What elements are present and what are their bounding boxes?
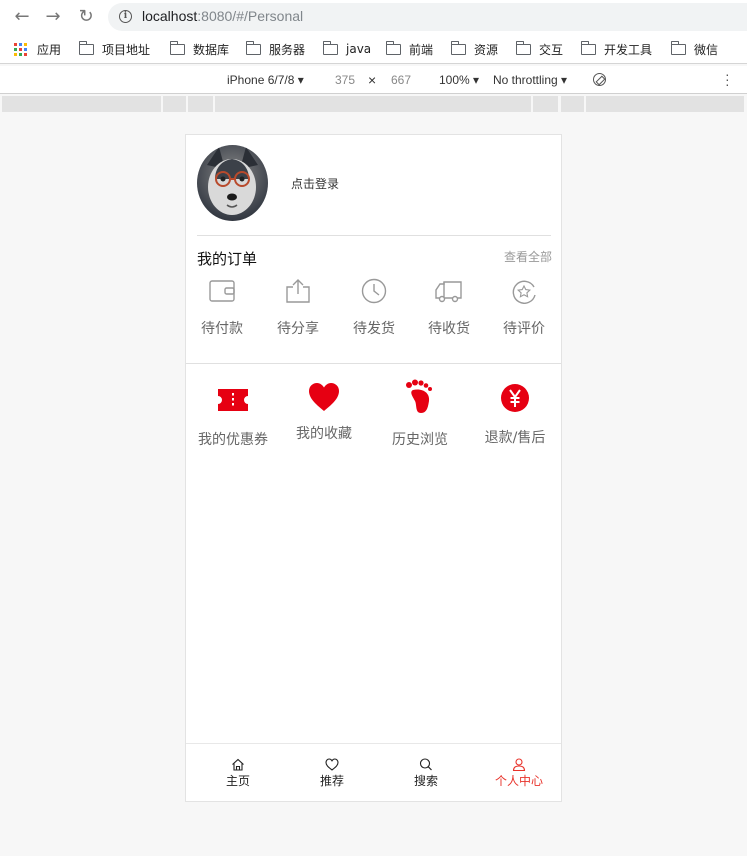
tab-home[interactable]: 主页 <box>208 758 268 789</box>
browser-toolbar: ← → ↻ i localhost:8080/#/Personal <box>0 0 747 34</box>
folder-icon <box>245 40 261 55</box>
bookmark-folder[interactable]: 开发工具 <box>580 40 652 58</box>
divider <box>197 235 551 236</box>
login-link[interactable]: 点击登录 <box>291 175 339 192</box>
order-item-label: 待付款 <box>201 321 243 337</box>
folder-icon <box>515 40 531 55</box>
device-select[interactable]: iPhone 6/7/8 ▾ <box>227 73 304 87</box>
reload-icon[interactable]: ↻ <box>76 7 96 27</box>
address-bar[interactable]: i localhost:8080/#/Personal <box>108 3 747 31</box>
star-review-icon <box>512 280 536 304</box>
service-label: 历史浏览 <box>392 432 448 448</box>
media-query-bar[interactable] <box>0 96 747 112</box>
divider <box>186 363 561 364</box>
throttle-select[interactable]: No throttling ▾ <box>493 73 567 87</box>
folder-icon <box>322 40 338 55</box>
bookmark-folder[interactable]: 服务器 <box>245 40 305 58</box>
truck-icon <box>435 281 462 303</box>
ruler-segment[interactable] <box>215 96 531 112</box>
bookmark-folder[interactable]: 数据库 <box>169 40 229 58</box>
bookmark-folder[interactable]: 项目地址 <box>78 40 150 58</box>
dimension-times: × <box>368 72 377 88</box>
folder-icon <box>78 40 94 55</box>
heart-outline-icon <box>325 758 339 771</box>
dog-avatar-image <box>207 147 258 215</box>
wallet-icon <box>209 280 235 302</box>
order-item-label: 待分享 <box>277 321 319 337</box>
tab-label: 推荐 <box>319 774 344 788</box>
order-item-label: 待发货 <box>353 321 395 337</box>
order-item-pending-shipment[interactable]: 待发货 <box>344 278 404 338</box>
ruler-segment[interactable] <box>533 96 558 112</box>
order-item-pending-receipt[interactable]: 待收货 <box>419 278 479 338</box>
yen-icon <box>501 384 529 412</box>
back-arrow-icon[interactable]: ← <box>12 7 32 27</box>
tab-recommend[interactable]: 推荐 <box>302 758 362 789</box>
order-item-label: 待评价 <box>503 321 545 337</box>
bookmarks-bar: 应用 项目地址 数据库 服务器 java 前端 资源 交互 开发工具 微信 <box>0 34 747 64</box>
service-label: 退款/售后 <box>484 430 546 446</box>
order-item-pending-review[interactable]: 待评价 <box>494 278 554 338</box>
service-favorites[interactable]: 我的收藏 <box>279 381 369 443</box>
orders-title: 我的订单 <box>197 250 258 268</box>
view-all-link[interactable]: 查看全部 <box>504 248 552 265</box>
coupon-icon <box>218 389 248 411</box>
tab-label: 搜索 <box>413 774 438 788</box>
folder-icon <box>385 40 401 55</box>
search-icon <box>419 758 432 771</box>
folder-icon <box>169 40 185 55</box>
ruler-segment[interactable] <box>2 96 161 112</box>
info-icon[interactable]: i <box>119 10 132 23</box>
folder-icon <box>580 40 596 55</box>
clock-icon <box>361 278 387 304</box>
bookmark-folder[interactable]: 前端 <box>385 40 433 58</box>
rotate-icon[interactable] <box>593 73 606 86</box>
service-label: 我的优惠券 <box>198 432 268 448</box>
bookmark-folder[interactable]: 交互 <box>515 40 563 58</box>
tab-label: 主页 <box>225 774 250 788</box>
ruler-segment[interactable] <box>163 96 186 112</box>
width-input[interactable]: 375 <box>335 73 355 87</box>
tab-profile[interactable]: 个人中心 <box>489 758 549 789</box>
order-item-pending-share[interactable]: 待分享 <box>268 278 328 338</box>
bottom-tab-bar: 主页 推荐 搜索 个人中心 <box>186 743 561 801</box>
bookmark-folder[interactable]: java <box>322 40 371 58</box>
zoom-select[interactable]: 100% ▾ <box>439 73 479 87</box>
height-input[interactable]: 667 <box>391 73 411 87</box>
service-history[interactable]: 历史浏览 <box>375 379 465 449</box>
ruler-segment[interactable] <box>561 96 584 112</box>
user-icon <box>512 758 526 771</box>
ruler-segment[interactable] <box>586 96 744 112</box>
footprint-icon <box>406 379 432 413</box>
folder-icon <box>670 40 686 55</box>
apps-grid-icon <box>14 42 27 56</box>
bookmark-folder[interactable]: 微信 <box>670 40 718 58</box>
ruler-segment[interactable] <box>188 96 213 112</box>
tab-search[interactable]: 搜索 <box>396 758 456 789</box>
device-toolbar: iPhone 6/7/8 ▾ 375 × 667 100% ▾ No throt… <box>0 66 747 94</box>
service-label: 我的收藏 <box>296 426 352 442</box>
bookmark-apps[interactable]: 应用 <box>14 40 61 58</box>
heart-icon <box>309 383 339 411</box>
order-item-label: 待收货 <box>428 321 470 337</box>
folder-icon <box>450 40 466 55</box>
more-vert-icon[interactable]: · · · <box>725 67 730 91</box>
forward-arrow-icon[interactable]: → <box>43 7 63 27</box>
tab-label: 个人中心 <box>494 774 543 788</box>
phone-viewport: 点击登录 我的订单 查看全部 待付款 待分享 待发货 待收货 待评价 我的优惠券… <box>185 134 562 802</box>
bookmark-folder[interactable]: 资源 <box>450 40 498 58</box>
avatar[interactable] <box>197 145 268 221</box>
home-icon <box>232 758 244 771</box>
share-icon <box>286 279 310 303</box>
service-coupons[interactable]: 我的优惠券 <box>188 381 278 449</box>
order-item-pending-payment[interactable]: 待付款 <box>192 278 252 338</box>
url-text: localhost:8080/#/Personal <box>142 8 304 24</box>
service-refund[interactable]: 退款/售后 <box>470 381 560 447</box>
